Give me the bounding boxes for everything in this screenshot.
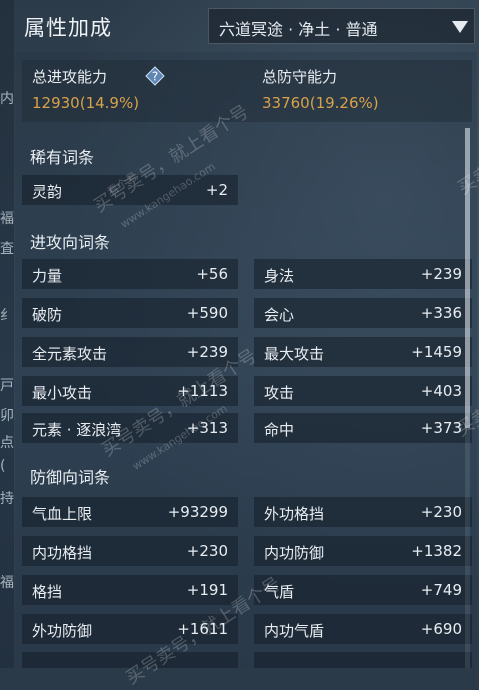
stat-name: 内功防御 <box>264 544 325 562</box>
stat-value: +749 <box>420 581 462 599</box>
section-title-attack: 进攻向词条 <box>30 233 111 252</box>
stat-row: 气盾 +749 <box>254 575 472 605</box>
stat-value: +93299 <box>167 503 228 521</box>
stat-name: 外功防御 <box>32 622 93 640</box>
stat-name: 灵韵 <box>32 183 63 201</box>
stat-value: +2 <box>205 181 228 199</box>
stat-value: +1459 <box>411 343 462 361</box>
stat-name: 最大攻击 <box>264 345 325 363</box>
stat-name: 最小攻击 <box>32 384 93 402</box>
defense-total-value: 33760(19.26%) <box>262 94 379 112</box>
edge-char: 卯 <box>0 408 14 424</box>
stat-row: 攻击 +403 <box>254 376 472 406</box>
dropdown-selected-value: 六道冥途 · 净土 · 普通 <box>219 20 378 39</box>
edge-char: 纟 <box>0 308 14 324</box>
edge-char: 福 <box>0 575 14 591</box>
stat-row: 命中 +373 <box>254 413 472 443</box>
stat-name: 力量 <box>32 267 63 285</box>
stat-name: 破防 <box>32 306 63 324</box>
stat-value: +690 <box>420 620 462 638</box>
stat-name: 内功格挡 <box>32 544 93 562</box>
stat-row: 外功格挡 +230 <box>254 497 472 527</box>
stat-row-partial <box>254 652 472 668</box>
stat-row: 破防 +590 <box>22 298 238 328</box>
edge-char: 査 <box>0 241 14 257</box>
stat-value: +56 <box>196 265 228 283</box>
stat-name: 格挡 <box>32 583 63 601</box>
svg-text:?: ? <box>152 70 158 84</box>
help-icon[interactable]: ? <box>145 66 165 86</box>
stat-value: +191 <box>186 581 228 599</box>
attack-total-value: 12930(14.9%) <box>32 94 140 112</box>
stat-name: 内功气盾 <box>264 622 325 640</box>
scrollbar[interactable] <box>465 128 470 668</box>
left-edge-strip: 内 褔 査 纟 戸 卯 点 ( 持 福 <box>0 0 14 668</box>
page-title: 属性加成 <box>24 16 112 40</box>
attack-total-label: 总进攻能力 <box>32 68 108 86</box>
stat-row: 会心 +336 <box>254 298 472 328</box>
stat-row: 内功格挡 +230 <box>22 536 238 566</box>
defense-total-label: 总防守能力 <box>262 68 338 86</box>
edge-char: 褔 <box>0 211 14 227</box>
stat-value: +590 <box>186 304 228 322</box>
stat-name: 身法 <box>264 267 295 285</box>
stat-name: 命中 <box>264 421 295 439</box>
stat-value: +239 <box>420 265 462 283</box>
stat-row: 身法 +239 <box>254 259 472 289</box>
stat-value: +230 <box>420 503 462 521</box>
edge-char: 内 <box>0 91 14 107</box>
edge-char: 持 <box>0 491 14 507</box>
edge-char: 点 <box>0 435 14 451</box>
stat-value: +336 <box>420 304 462 322</box>
stat-value: +230 <box>186 542 228 560</box>
stat-row: 力量 +56 <box>22 259 238 289</box>
stat-value: +403 <box>420 382 462 400</box>
stat-row: 内功防御 +1382 <box>254 536 472 566</box>
stat-row: 气血上限 +93299 <box>22 497 238 527</box>
stat-name: 全元素攻击 <box>32 345 108 363</box>
edge-char: ( <box>0 458 6 474</box>
edge-char: 戸 <box>0 378 14 394</box>
stat-value: +1382 <box>411 542 462 560</box>
stat-row: 最大攻击 +1459 <box>254 337 472 367</box>
section-title-rare: 稀有词条 <box>30 148 95 167</box>
scheme-dropdown[interactable]: 六道冥途 · 净土 · 普通 <box>208 8 475 44</box>
chevron-down-icon[interactable] <box>452 21 468 33</box>
stat-row: 内功气盾 +690 <box>254 614 472 644</box>
stat-name: 外功格挡 <box>264 505 325 523</box>
stat-row: 格挡 +191 <box>22 575 238 605</box>
stat-name: 攻击 <box>264 384 295 402</box>
stat-name: 会心 <box>264 306 295 324</box>
panel-header: 属性加成 六道冥途 · 净土 · 普通 <box>0 0 479 48</box>
stat-row: 全元素攻击 +239 <box>22 337 238 367</box>
stat-name: 气血上限 <box>32 505 93 523</box>
section-title-defense: 防御向词条 <box>30 468 111 487</box>
